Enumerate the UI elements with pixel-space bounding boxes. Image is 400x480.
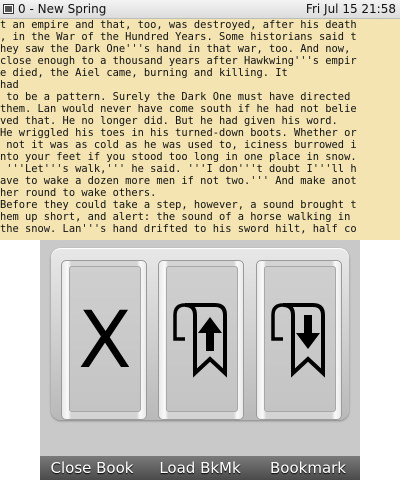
text-line: her round to wake others.: [0, 187, 157, 199]
bookmark-label[interactable]: Bookmark: [256, 458, 360, 478]
add-bookmark-button[interactable]: [256, 260, 342, 420]
text-line: them. Lan would never have come south if…: [0, 103, 357, 115]
load-bookmark-button-face: [166, 266, 238, 412]
text-line: close enough to a thousand years after H…: [0, 55, 357, 67]
book-text-area[interactable]: t an empire and that, too, was destroyed…: [0, 19, 400, 240]
text-line: ved that. He no longer did. But he had g…: [0, 115, 338, 127]
text-line: not it was as cold as he was used to, ic…: [0, 139, 357, 151]
status-bar: 0 - New Spring Fri Jul 15 21:58: [0, 0, 400, 19]
text-line: t an empire and that, too, was destroyed…: [0, 19, 357, 31]
close-book-button[interactable]: X: [61, 260, 147, 420]
text-line: nto your feet if you stood too long in o…: [0, 151, 357, 163]
text-line: hey saw the Dark One'''s hand in that wa…: [0, 43, 351, 55]
text-line: hem up short, and alert: the sound of a …: [0, 211, 351, 223]
text-line: ave to wake a dozen more men if not two.…: [0, 175, 357, 187]
close-book-label[interactable]: Close Book: [40, 458, 144, 478]
text-line: the snow. Lan'''s hand drifted to his sw…: [0, 223, 357, 235]
clock: Fri Jul 15 21:58: [305, 2, 396, 16]
app-title: 0 - New Spring: [18, 2, 107, 16]
load-bookmark-label[interactable]: Load BkMk: [144, 458, 256, 478]
text-line: e died, the Aiel came, burning and killi…: [0, 67, 288, 79]
text-line: He wriggled his toes in his turned-down …: [0, 127, 357, 139]
text-line: '''Let'''s walk,''' he said. '''I don'''…: [0, 163, 357, 175]
text-line: to be a pattern. Surely the Dark One mus…: [0, 91, 351, 103]
text-line: Before they could take a step, however, …: [0, 199, 357, 211]
load-bookmark-button[interactable]: [158, 260, 244, 420]
bookmark-load-icon: [173, 303, 227, 378]
book-menu-dialog: X Close Book Load BkMk Bookmark: [40, 240, 360, 480]
bookmark-add-icon: [271, 303, 325, 378]
button-label-bar: Close Book Load BkMk Bookmark: [40, 456, 360, 480]
text-line: , in the War of the Hundred Years. Some …: [0, 31, 357, 43]
close-x-icon: X: [78, 296, 132, 386]
close-book-button-face: X: [69, 266, 141, 412]
button-panel: X: [51, 248, 349, 420]
battery-icon: [3, 3, 14, 14]
text-line: had: [0, 79, 19, 91]
add-bookmark-button-face: [264, 266, 336, 412]
